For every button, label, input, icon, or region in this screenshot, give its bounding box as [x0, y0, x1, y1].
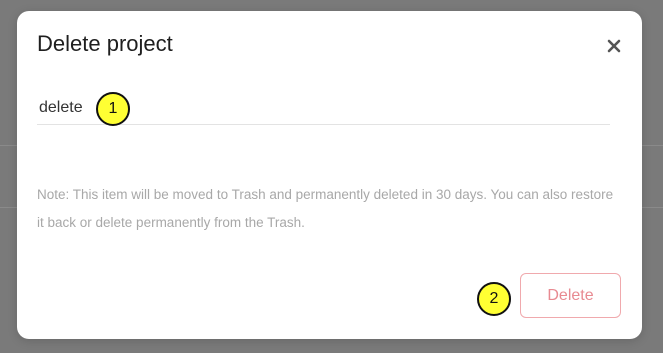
delete-button[interactable]: Delete [520, 273, 621, 318]
background-divider [0, 207, 17, 208]
deletion-note: Note: This item will be moved to Trash a… [37, 187, 614, 230]
annotation-marker-2: 2 [477, 282, 511, 316]
background-divider [642, 207, 663, 208]
background-divider [642, 145, 663, 146]
close-button[interactable] [603, 35, 625, 57]
annotation-marker-1: 1 [96, 92, 130, 126]
close-icon [603, 35, 625, 57]
background-divider [0, 145, 17, 146]
delete-project-dialog: Delete project Note: This item will be m… [17, 11, 642, 339]
dialog-title: Delete project [37, 31, 173, 56]
